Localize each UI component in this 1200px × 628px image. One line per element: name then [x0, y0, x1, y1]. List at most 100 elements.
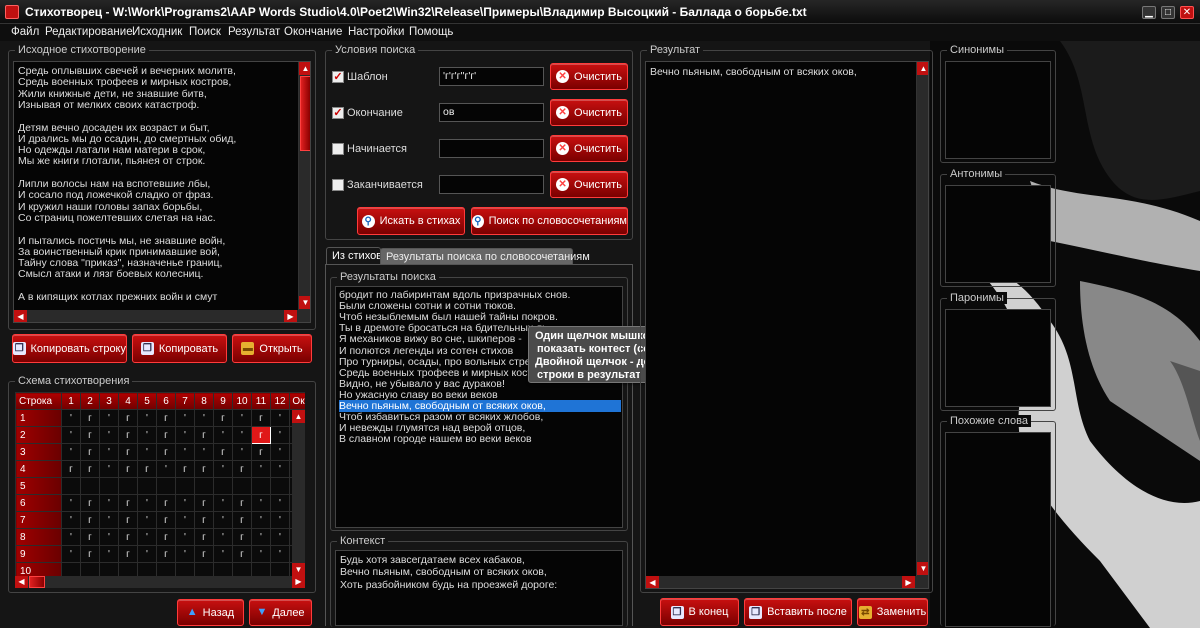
open-button[interactable]: ▬ Открыть	[232, 334, 312, 363]
scheme-cell[interactable]: '	[137, 545, 157, 563]
result-item[interactable]: В славном городе нашем во веки веков	[339, 433, 532, 445]
scheme-cell[interactable]: '	[213, 426, 233, 444]
scheme-cell[interactable]	[232, 477, 252, 495]
scheme-cell[interactable]: г	[213, 443, 233, 461]
scheme-cell[interactable]: '	[270, 545, 290, 563]
scroll-down-icon[interactable]: ▼	[917, 562, 928, 575]
scheme-cell[interactable]: г	[156, 443, 176, 461]
scheme-cell[interactable]: '	[99, 511, 119, 529]
scheme-cell[interactable]	[80, 477, 100, 495]
scheme-cell[interactable]: г	[118, 494, 138, 512]
search-in-poems-button[interactable]: ⚲ Искать в стихах	[357, 207, 465, 235]
similar-words-list[interactable]	[945, 432, 1051, 627]
scheme-vscrollbar[interactable]: ▲ ▼	[292, 410, 305, 576]
search-results-list[interactable]: бродит по лабиринтам вдоль призрачных сн…	[335, 286, 623, 528]
scheme-cell[interactable]: '	[213, 511, 233, 529]
scheme-cell[interactable]: г	[194, 494, 214, 512]
scheme-cell[interactable]: '	[61, 545, 81, 563]
menu-result[interactable]: Результат	[228, 26, 280, 38]
scheme-row-header[interactable]: 6	[15, 494, 62, 512]
scheme-hscrollbar[interactable]: ◀ ▶	[15, 576, 305, 588]
scheme-cell[interactable]: г	[118, 443, 138, 461]
scheme-cell[interactable]	[156, 477, 176, 495]
scroll-up-icon[interactable]: ▲	[299, 62, 310, 75]
scheme-row[interactable]: 6'г'г'г'г'г''ыт	[15, 494, 305, 512]
scheme-cell[interactable]: г	[175, 460, 195, 478]
scheme-row[interactable]: 3'г'г'г''г'г'тв	[15, 443, 305, 461]
scheme-cell[interactable]: '	[270, 443, 290, 461]
scheme-cell[interactable]: г	[194, 460, 214, 478]
scheme-cell[interactable]: '	[251, 528, 271, 546]
scheme-cell[interactable]: г	[232, 511, 252, 529]
scheme-cell[interactable]: г	[232, 545, 252, 563]
source-vscrollbar[interactable]: ▲ ▼	[298, 62, 310, 310]
scheme-cell[interactable]: г	[80, 426, 100, 444]
scheme-cell[interactable]	[213, 477, 233, 495]
scheme-cell[interactable]: '	[270, 409, 290, 427]
scheme-cell[interactable]: '	[61, 511, 81, 529]
insert-after-button[interactable]: ❐ Вставить после	[744, 598, 852, 626]
scheme-cell[interactable]: г	[251, 443, 271, 461]
search-input[interactable]: ов	[439, 103, 544, 122]
scheme-cell[interactable]: '	[99, 528, 119, 546]
scheme-cell[interactable]: '	[175, 443, 195, 461]
context-textarea[interactable]: Будь хотя завсегдатаем всех кабаков, Вечн…	[335, 550, 623, 626]
scheme-grid[interactable]: Строка123456789101112Ок1'г'г'г''г'г'ов2'…	[15, 392, 305, 588]
menu-search[interactable]: Поиск	[189, 26, 221, 38]
scroll-right-icon[interactable]: ▶	[902, 576, 915, 588]
scheme-row-header[interactable]: 9	[15, 545, 62, 563]
scroll-right-icon[interactable]: ▶	[284, 310, 297, 322]
search-checkbox[interactable]: ✓	[332, 107, 344, 119]
scheme-cell[interactable]: г	[156, 426, 176, 444]
search-input[interactable]	[439, 139, 544, 158]
scheme-cell[interactable]: '	[137, 409, 157, 427]
paronyms-list[interactable]	[945, 309, 1051, 407]
scheme-cell[interactable]: '	[99, 443, 119, 461]
scheme-cell[interactable]: '	[61, 409, 81, 427]
scheme-cell[interactable]: г	[194, 426, 214, 444]
maximize-button[interactable]: □	[1161, 6, 1175, 19]
result-hscrollbar[interactable]: ◀ ▶	[646, 576, 928, 588]
scheme-cell[interactable]: '	[99, 426, 119, 444]
scheme-cell[interactable]	[175, 477, 195, 495]
scheme-cell[interactable]: '	[213, 528, 233, 546]
scheme-cell[interactable]: '	[270, 494, 290, 512]
menu-file[interactable]: Файл	[11, 26, 39, 38]
scheme-cell[interactable]: г	[118, 460, 138, 478]
scheme-cell[interactable]: г	[156, 409, 176, 427]
scheme-cell[interactable]: '	[251, 545, 271, 563]
clear-button[interactable]: ✕ Очистить	[550, 135, 628, 162]
scroll-left-icon[interactable]: ◀	[14, 310, 27, 322]
next-button[interactable]: ▼ Далее	[249, 599, 312, 626]
scheme-row[interactable]: 8'г'г'г'г'г''ок	[15, 528, 305, 546]
scheme-cell[interactable]: г	[156, 528, 176, 546]
scheme-cell[interactable]: '	[175, 528, 195, 546]
scheme-cell[interactable]	[270, 477, 290, 495]
scheme-row-header[interactable]: 5	[15, 477, 62, 495]
scheme-cell[interactable]: г	[80, 409, 100, 427]
scheme-cell[interactable]: '	[232, 409, 252, 427]
search-checkbox[interactable]	[332, 179, 344, 191]
scheme-cell[interactable]: '	[270, 426, 290, 444]
to-end-button[interactable]: ❐ В конец	[660, 598, 739, 626]
scheme-cell[interactable]: г	[194, 528, 214, 546]
scheme-cell[interactable]: г	[194, 545, 214, 563]
scheme-cell[interactable]: '	[61, 528, 81, 546]
scheme-cell[interactable]: г	[118, 528, 138, 546]
scheme-row-header[interactable]: 2	[15, 426, 62, 444]
scheme-cell[interactable]	[194, 477, 214, 495]
scheme-cell[interactable]	[61, 477, 81, 495]
menu-source[interactable]: Исходник	[132, 26, 182, 38]
result-vscrollbar[interactable]: ▲ ▼	[916, 62, 928, 576]
minimize-button[interactable]: ▁	[1142, 6, 1156, 19]
scheme-cell[interactable]	[251, 477, 271, 495]
scheme-cell[interactable]: г	[118, 545, 138, 563]
scroll-right-icon[interactable]: ▶	[292, 576, 305, 588]
replace-button[interactable]: ⇄ Заменить	[857, 598, 928, 626]
scheme-cell[interactable]: г	[213, 409, 233, 427]
scheme-cell[interactable]: '	[137, 494, 157, 512]
tab-phrase-results[interactable]: Результаты поиска по словосочетаниям	[380, 248, 590, 265]
scheme-cell[interactable]: '	[61, 494, 81, 512]
scheme-cell[interactable]: '	[99, 409, 119, 427]
menu-edit[interactable]: Редактирование	[45, 26, 133, 38]
